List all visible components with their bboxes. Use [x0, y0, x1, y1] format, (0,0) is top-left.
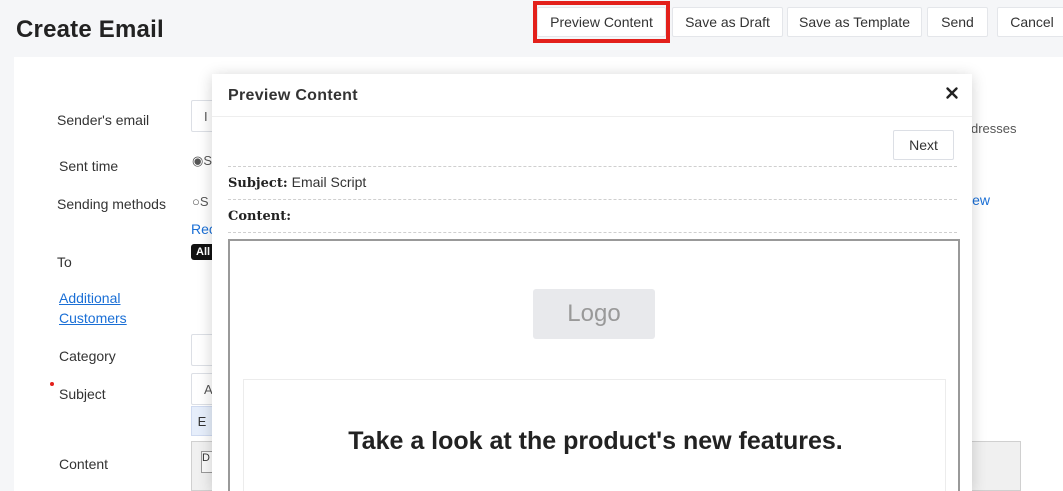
- to-label: To: [57, 254, 72, 270]
- additional-customers-link-line2[interactable]: Customers: [59, 310, 127, 326]
- email-content-card: Take a look at the product's new feature…: [243, 379, 946, 491]
- preview-modal: Preview Content Next Subject: Email Scrip…: [212, 74, 972, 491]
- send-button[interactable]: Send: [927, 7, 988, 37]
- email-preview-frame: Logo Take a look at the product's new fe…: [228, 239, 960, 491]
- preview-content-button[interactable]: Preview Content: [537, 7, 666, 37]
- additional-customers-link-line1[interactable]: Additional: [59, 290, 121, 306]
- subject-key: Subject:: [228, 176, 288, 191]
- modal-title: Preview Content: [228, 87, 358, 104]
- sending-methods-label: Sending methods: [57, 196, 166, 212]
- save-as-template-button[interactable]: Save as Template: [787, 7, 922, 37]
- sending-method-radio[interactable]: ○S: [192, 194, 209, 209]
- email-headline: Take a look at the product's new feature…: [348, 427, 843, 455]
- content-label: Content: [59, 456, 109, 472]
- divider: [228, 232, 957, 233]
- sent-time-label: Sent time: [59, 158, 119, 174]
- save-as-draft-button[interactable]: Save as Draft: [672, 7, 783, 37]
- divider: [228, 166, 957, 167]
- subject-row: Subject: Email Script: [228, 174, 366, 191]
- page-title: Create Email: [16, 16, 164, 43]
- logo-placeholder: Logo: [533, 289, 655, 339]
- subject-value: Email Script: [291, 174, 367, 190]
- sent-time-radio[interactable]: ◉S: [192, 153, 212, 169]
- view-link[interactable]: iew: [969, 192, 990, 208]
- category-label: Category: [59, 348, 116, 364]
- cancel-button[interactable]: Cancel: [997, 7, 1063, 37]
- required-indicator: [50, 382, 54, 386]
- close-icon[interactable]: [944, 85, 960, 101]
- addresses-text: dresses: [971, 121, 1017, 136]
- next-button[interactable]: Next: [893, 130, 954, 160]
- modal-header: Preview Content: [212, 74, 972, 117]
- divider: [228, 199, 957, 200]
- content-key: Content:: [228, 209, 292, 224]
- sender-email-label: Sender's email: [57, 112, 150, 128]
- subject-label: Subject: [59, 386, 106, 402]
- content-row: Content:: [228, 207, 291, 224]
- subject-chip[interactable]: E: [191, 406, 213, 436]
